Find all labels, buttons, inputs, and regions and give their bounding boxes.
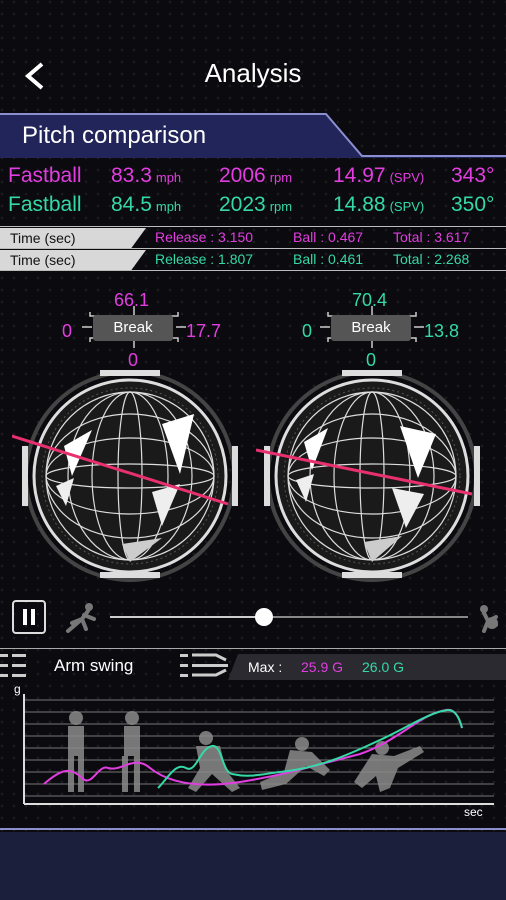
divider [0, 648, 506, 649]
ball-spin-viewer-2[interactable] [256, 366, 486, 584]
series-line-1 [43, 708, 463, 786]
page-title: Analysis [204, 58, 302, 88]
divider [0, 828, 506, 830]
lines-left-icon [0, 654, 26, 677]
pitch-angle: 343° [451, 164, 495, 187]
x-axis-label: sec [464, 805, 483, 819]
pitch-row-1: Fastball 83.3 mph 2006 rpm 14.97 (SPV) 343° [8, 164, 502, 192]
break-button[interactable]: Break [331, 315, 411, 341]
time-row-2: Time (sec) Release : 1.807 Ball : 0.461 … [0, 250, 506, 270]
bottom-bar [0, 832, 506, 900]
divider [0, 226, 506, 227]
divider [0, 270, 506, 271]
spv-unit: (SPV) [389, 170, 425, 185]
pause-button[interactable] [12, 600, 46, 634]
pitch-spin: 2006 [219, 164, 266, 187]
pitch-spin: 2023 [219, 193, 266, 216]
break-button[interactable]: Break [93, 315, 173, 341]
pitch-type: Fastball [8, 164, 82, 187]
header: Analysis [0, 0, 506, 110]
break-left-value: 0 [302, 321, 313, 341]
total-time: Total : 3.617 [393, 229, 470, 245]
spv-unit: (SPV) [389, 199, 425, 214]
pitch-spv: 14.97 [333, 164, 386, 187]
pitch-speed: 83.3 [111, 164, 152, 187]
ball-time: Ball : 0.467 [293, 229, 364, 245]
spin-unit: rpm [269, 170, 293, 185]
pitch-speed: 84.5 [111, 193, 152, 216]
divider [0, 248, 506, 249]
speed-unit: mph [155, 170, 182, 185]
max-value-2: 26.0 G [362, 659, 405, 675]
arm-swing-label: Arm swing [54, 656, 134, 675]
speed-unit: mph [155, 199, 182, 214]
pitch-angle: 350° [451, 193, 495, 216]
break-right-value: 17.7 [186, 321, 222, 341]
max-value-1: 25.9 G [301, 659, 344, 675]
pitcher-silhouettes [68, 711, 424, 792]
ball-spin-viewer-1[interactable] [12, 366, 242, 584]
pause-icon [23, 609, 35, 625]
pitch-spv: 14.88 [333, 193, 386, 216]
release-time: Release : 1.807 [155, 251, 254, 267]
ball-time: Ball : 0.461 [293, 251, 364, 267]
pitch-row-2: Fastball 84.5 mph 2023 rpm 14.88 (SPV) 350° [8, 193, 502, 221]
y-axis-label: g [14, 684, 21, 696]
pitcher-start-icon [66, 603, 96, 633]
playback-progress [110, 616, 264, 618]
section-title: Pitch comparison [22, 122, 207, 149]
total-time: Total : 2.268 [393, 251, 470, 267]
time-row-1: Time (sec) Release : 3.150 Ball : 0.467 … [0, 228, 506, 248]
lines-right-icon [180, 653, 228, 677]
arm-swing-chart: g sec [14, 684, 494, 819]
release-time: Release : 3.150 [155, 229, 254, 245]
break-left-value: 0 [62, 321, 73, 341]
time-label: Time (sec) [0, 250, 146, 270]
pitch-type: Fastball [8, 193, 82, 216]
max-label: Max : [248, 659, 283, 675]
time-label: Time (sec) [0, 228, 146, 248]
spin-unit: rpm [269, 199, 293, 214]
playback-slider-thumb[interactable] [254, 608, 273, 626]
pitcher-end-icon [480, 605, 498, 633]
break-right-value: 13.8 [424, 321, 460, 341]
